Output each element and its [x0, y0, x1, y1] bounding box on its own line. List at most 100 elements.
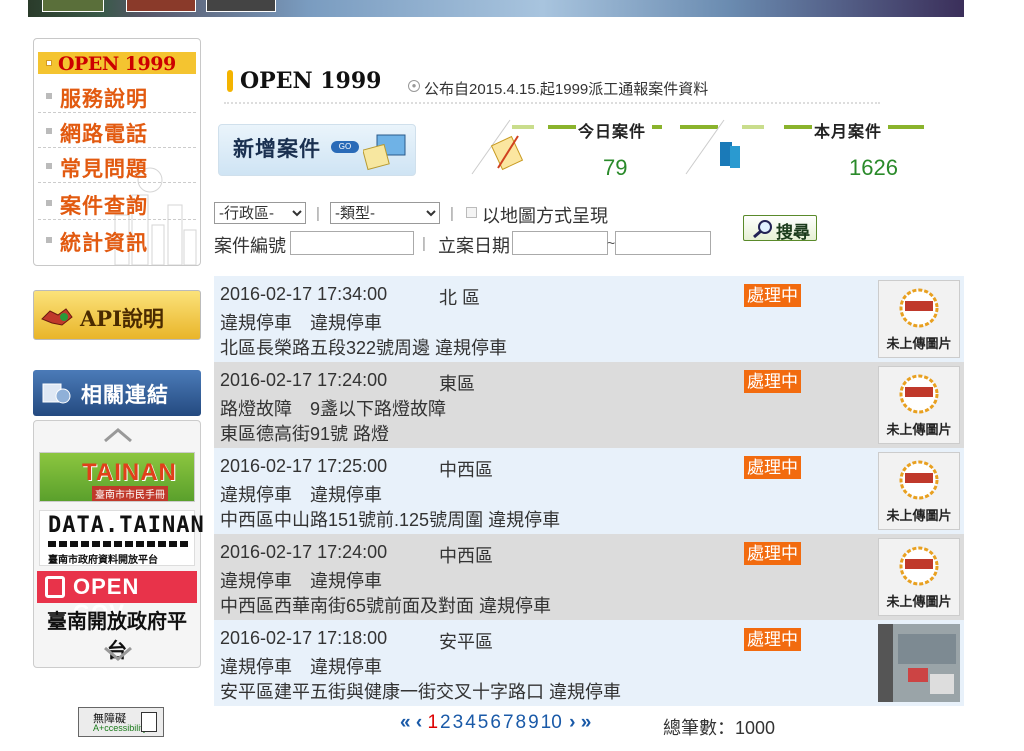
case-thumbnail[interactable]: 未上傳圖片 — [878, 538, 960, 616]
case-type: 違規停車 違規停車 — [220, 485, 382, 505]
page-link-4[interactable]: 4 — [465, 712, 476, 733]
case-thumbnail[interactable]: 未上傳圖片 — [878, 280, 960, 358]
banner-thumb — [126, 0, 196, 12]
api-button-label: API說明 — [80, 306, 164, 331]
sidebar-item-statistics[interactable]: 統計資訊 — [38, 223, 196, 257]
case-row[interactable]: 2016-02-17 17:34:00 北 區 違規停車 違規停車 北區長榮路五… — [214, 276, 964, 362]
map-view-label: 以地圖方式呈現 — [482, 206, 608, 226]
first-page-icon[interactable]: « — [400, 712, 411, 733]
type-select[interactable]: -類型- — [330, 202, 440, 224]
page-link-10[interactable]: 10 — [541, 712, 562, 733]
stat-line — [652, 125, 662, 129]
menu-head-label: OPEN 1999 — [58, 53, 176, 75]
barcode-icon — [48, 541, 188, 547]
date-range-tilde: ~ — [607, 235, 616, 251]
data-tainan-link[interactable]: DATA.TAINAN 臺南市政府資料開放平台 — [39, 510, 204, 566]
chevron-down-icon[interactable] — [101, 645, 135, 661]
magnifier-icon — [753, 220, 772, 239]
today-cases-label: 今日案件 — [578, 124, 647, 141]
photo-region — [898, 634, 956, 664]
page-link-1[interactable]: 1 — [427, 712, 438, 733]
case-number-input[interactable] — [290, 231, 414, 255]
menu-head-open1999[interactable]: OPEN 1999 — [38, 52, 196, 75]
page-link-6[interactable]: 6 — [490, 712, 501, 733]
page-link-9[interactable]: 9 — [528, 712, 539, 733]
total-count: 總筆數：1000 — [663, 718, 776, 738]
pagination: « ‹ 1 2 3 4 5 6 7 8 9 10 › » — [400, 712, 591, 736]
data-logo-sub: 臺南市政府資料開放平台 — [48, 555, 158, 566]
date-from-input[interactable] — [512, 231, 608, 255]
chevron-up-icon[interactable] — [101, 427, 135, 443]
case-row[interactable]: 2016-02-17 17:18:00 安平區 違規停車 違規停車 安平區建平五… — [214, 620, 964, 706]
search-button[interactable]: 搜尋 — [743, 215, 817, 242]
case-row[interactable]: 2016-02-17 17:24:00 中西區 違規停車 違規停車 中西區西華南… — [214, 534, 964, 620]
today-cases-value: 79 — [603, 155, 628, 180]
open-gov-link[interactable]: OPEN GOV — [37, 571, 197, 625]
case-row[interactable]: 2016-02-17 17:24:00 東區 路燈故障 9盞以下路燈故障 東區德… — [214, 362, 964, 448]
photo-region — [908, 668, 928, 682]
page-link-2[interactable]: 2 — [440, 712, 451, 733]
sidebar-item-service[interactable]: 服務說明 — [38, 79, 196, 113]
sidebar-item-phone[interactable]: 網路電話 — [38, 114, 196, 148]
no-image-caption: 未上傳圖片 — [886, 594, 952, 609]
case-thumbnail[interactable]: 未上傳圖片 — [878, 366, 960, 444]
accessibility-badge[interactable]: 無障礙 A+ccessibility — [78, 707, 164, 737]
info-bullet-icon: ● — [408, 80, 420, 92]
case-district: 東區 — [439, 374, 475, 394]
go-badge: GO — [331, 141, 359, 153]
case-time: 2016-02-17 17:24:00 — [220, 542, 388, 562]
month-cases-value: 1626 — [849, 155, 898, 180]
api-button[interactable]: API說明 — [33, 290, 201, 340]
status-badge: 處理中 — [744, 456, 801, 479]
case-type: 違規停車 違規停車 — [220, 571, 382, 591]
tainan-logo-text: TAINAN — [82, 459, 177, 486]
date-to-input[interactable] — [615, 231, 711, 255]
map-view-checkbox[interactable] — [466, 207, 477, 218]
case-photo[interactable] — [878, 624, 960, 702]
title-marker — [227, 70, 233, 92]
bullet-icon — [46, 128, 52, 134]
no-image-caption: 未上傳圖片 — [886, 336, 952, 351]
prev-page-icon[interactable]: ‹ — [416, 712, 422, 733]
related-links-title: 相關連結 — [81, 384, 169, 407]
separator: | — [450, 205, 454, 222]
case-time: 2016-02-17 17:18:00 — [220, 628, 388, 648]
header-banner — [28, 0, 964, 17]
page-title: OPEN 1999 — [240, 68, 382, 94]
page-link-8[interactable]: 8 — [516, 712, 527, 733]
sidebar-item-case-query[interactable]: 案件查詢 — [38, 186, 196, 220]
sidebar-item-label: 服務說明 — [60, 88, 148, 111]
sidebar-menu: OPEN 1999 服務說明 網路電話 常見問題 案件查詢 統計資訊 — [33, 38, 201, 266]
case-number-label: 案件編號 — [214, 236, 286, 256]
sidebar-item-faq[interactable]: 常見問題 — [38, 149, 196, 183]
no-image-caption: 未上傳圖片 — [886, 508, 952, 523]
page-link-7[interactable]: 7 — [503, 712, 514, 733]
last-page-icon[interactable]: » — [581, 712, 592, 733]
open-gov-icon — [45, 576, 65, 598]
divider — [224, 102, 880, 104]
bullet-icon — [46, 237, 52, 243]
accessibility-line2: A+ccessibility — [93, 723, 148, 733]
banner-thumb — [206, 0, 276, 12]
page-subtitle: 公布自2015.4.15.起1999派工通報案件資料 — [424, 81, 709, 98]
case-address: 中西區中山路151號前.125號周圍 違規停車 — [220, 510, 561, 530]
page-link-5[interactable]: 5 — [478, 712, 489, 733]
case-address: 中西區西華南街65號前面及對面 違規停車 — [220, 596, 552, 616]
case-thumbnail[interactable]: 未上傳圖片 — [878, 452, 960, 530]
new-case-button[interactable]: 新增案件 GO — [218, 124, 416, 176]
status-badge: 處理中 — [744, 284, 801, 307]
film-reel-icon — [42, 383, 71, 404]
status-badge: 處理中 — [744, 542, 801, 565]
page-link-3[interactable]: 3 — [453, 712, 464, 733]
case-row[interactable]: 2016-02-17 17:25:00 中西區 違規停車 違規停車 中西區中山路… — [214, 448, 964, 534]
case-type: 路燈故障 9盞以下路燈故障 — [220, 399, 447, 419]
bullet-icon — [46, 163, 52, 169]
case-district: 北 區 — [439, 288, 481, 308]
separator: | — [316, 205, 320, 222]
next-page-icon[interactable]: › — [569, 712, 575, 733]
search-button-label: 搜尋 — [776, 223, 810, 242]
stat-line — [784, 125, 812, 129]
tainan-handbook-link[interactable]: TAINAN 臺南市市民手冊 — [39, 452, 195, 502]
district-select[interactable]: -行政區- — [214, 202, 306, 224]
sidebar-item-label: 常見問題 — [60, 158, 148, 181]
